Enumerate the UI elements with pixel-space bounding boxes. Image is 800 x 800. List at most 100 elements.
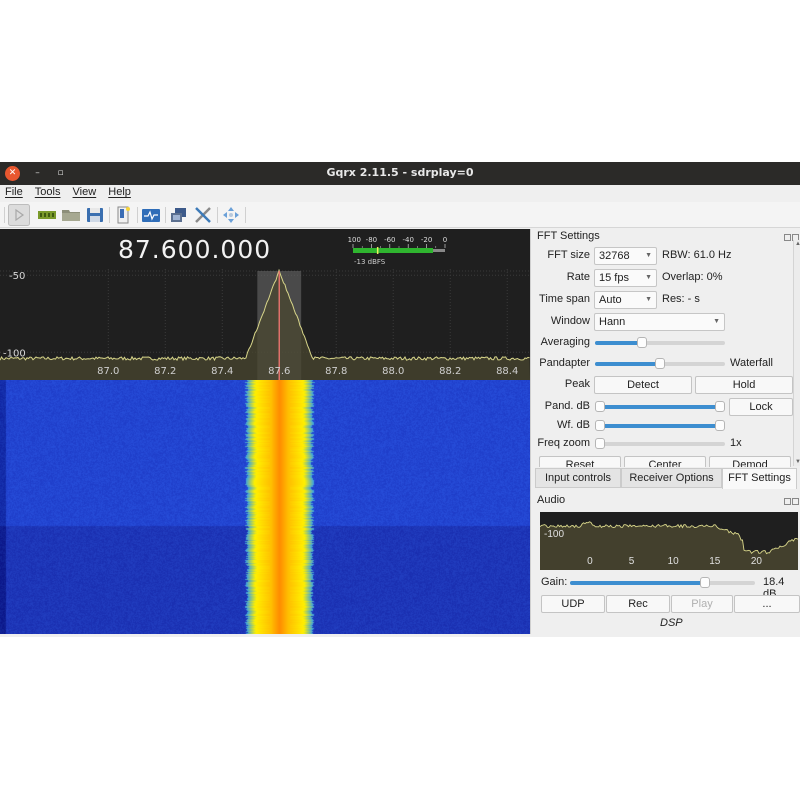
frequency-display[interactable]: 87.600.000 bbox=[118, 235, 271, 264]
lock-button[interactable]: Lock bbox=[729, 398, 793, 416]
spectrum-plot-area[interactable]: 87.0 87.2 87.4 87.6 87.8 88.0 88.2 88.4 -50 -100… bbox=[0, 229, 530, 634]
play-icon[interactable] bbox=[8, 204, 30, 226]
toolbar bbox=[0, 202, 800, 228]
hold-button[interactable]: Hold bbox=[695, 376, 793, 394]
rbw-value: RBW: 61.0 Hz bbox=[662, 249, 732, 261]
audio-options-button[interactable]: ... bbox=[734, 595, 800, 613]
play-button[interactable]: Play bbox=[671, 595, 733, 613]
hardware-icon[interactable] bbox=[37, 205, 57, 225]
audio-dock-icons[interactable] bbox=[783, 496, 799, 505]
fft-size-label: FFT size bbox=[547, 249, 590, 261]
audio-x-tick-label: 10 bbox=[668, 556, 680, 567]
x-axis-tick-label: 88.0 bbox=[382, 366, 404, 377]
window-select[interactable]: Hann ▼ bbox=[594, 313, 725, 331]
slider-handle[interactable] bbox=[699, 577, 710, 588]
averaging-slider[interactable] bbox=[595, 337, 725, 349]
dsp-label: DSP bbox=[660, 617, 683, 629]
right-dock-panel: FFT Settings FFT size 32768 ▼ RBW: 61.0 H… bbox=[530, 229, 800, 634]
x-axis-tick-label: 87.6 bbox=[268, 366, 290, 377]
wf-db-range-slider[interactable] bbox=[595, 420, 725, 432]
slider-track[interactable] bbox=[595, 442, 725, 446]
audio-x-tick-label: 15 bbox=[709, 556, 721, 567]
demod-button[interactable]: Demod bbox=[709, 456, 791, 467]
audio-x-tick-label: 5 bbox=[629, 556, 635, 567]
udp-button[interactable]: UDP bbox=[541, 595, 605, 613]
chevron-down-icon: ▼ bbox=[645, 252, 652, 259]
rec-button[interactable]: Rec bbox=[606, 595, 670, 613]
center-button[interactable]: Center bbox=[624, 456, 706, 467]
dock-float-close-icons[interactable] bbox=[783, 232, 799, 241]
slider-handle[interactable] bbox=[715, 420, 725, 431]
x-axis-tick-label: 87.8 bbox=[325, 366, 347, 377]
remote-control-icon[interactable] bbox=[169, 205, 189, 225]
pandapter-waterfall-split-slider[interactable] bbox=[595, 358, 725, 370]
x-axis-tick-label: 88.2 bbox=[439, 366, 461, 377]
tab-input-controls[interactable]: Input controls bbox=[535, 468, 621, 488]
res-value: Res: - s bbox=[662, 293, 700, 305]
slider-fill bbox=[600, 424, 720, 428]
bookmark-icon[interactable] bbox=[113, 205, 133, 225]
fft-size-select[interactable]: 32768 ▼ bbox=[594, 247, 657, 265]
slider-fill bbox=[595, 362, 660, 366]
reset-button[interactable]: Reset bbox=[539, 456, 621, 467]
chevron-down-icon: ▼ bbox=[645, 274, 652, 281]
slider-fill bbox=[595, 341, 642, 345]
window-label: Window bbox=[550, 315, 590, 327]
meter-scale-label: -40 bbox=[402, 236, 413, 244]
freq-zoom-slider[interactable] bbox=[595, 438, 725, 450]
peak-label: Peak bbox=[564, 378, 590, 390]
chevron-down-icon: ▼ bbox=[645, 296, 652, 303]
menu-file[interactable]: File bbox=[0, 185, 27, 198]
menu-tools[interactable]: Tools bbox=[30, 185, 65, 198]
meter-scale-label: -80 bbox=[366, 236, 377, 244]
menu-view[interactable]: View bbox=[68, 185, 101, 198]
rate-select[interactable]: 15 fps ▼ bbox=[594, 269, 657, 287]
audio-gain-slider[interactable] bbox=[570, 577, 755, 589]
scroll-up-icon: ▲ bbox=[795, 241, 800, 247]
open-folder-icon[interactable] bbox=[61, 205, 81, 225]
overlap-value: Overlap: 0% bbox=[662, 271, 723, 283]
meter-scale-label: -20 bbox=[421, 236, 432, 244]
freq-zoom-label: Freq zoom bbox=[537, 437, 590, 449]
x-axis-tick-label: 87.2 bbox=[154, 366, 176, 377]
menu-help[interactable]: Help bbox=[103, 185, 135, 198]
averaging-label: Averaging bbox=[540, 336, 590, 348]
settings-tools-icon[interactable] bbox=[193, 205, 213, 225]
gain-label: Gain: bbox=[541, 576, 568, 588]
tab-receiver-options[interactable]: Receiver Options bbox=[621, 468, 722, 488]
slider-handle[interactable] bbox=[595, 420, 605, 431]
waterfall-label: Waterfall bbox=[730, 357, 773, 369]
y-axis-tick-label: -50 bbox=[9, 271, 25, 282]
slider-handle[interactable] bbox=[595, 438, 605, 449]
audio-x-tick-label: 20 bbox=[751, 556, 763, 567]
wf-db-label: Wf. dB bbox=[556, 419, 590, 431]
tab-fft-settings[interactable]: FFT Settings bbox=[722, 468, 797, 489]
recenter-icon[interactable] bbox=[221, 205, 241, 225]
meter-scale-label: -100 bbox=[348, 236, 361, 244]
time-span-select[interactable]: Auto ▼ bbox=[594, 291, 657, 309]
fft-settings-title: FFT Settings bbox=[537, 230, 600, 242]
waterfall-display[interactable] bbox=[0, 380, 530, 634]
audio-x-tick-label: 0 bbox=[587, 556, 593, 567]
freq-zoom-value: 1x bbox=[730, 437, 742, 449]
meter-peak-marker bbox=[376, 247, 379, 254]
save-icon[interactable] bbox=[85, 205, 105, 225]
signal-level-meter: -100 -80 -60 -40 -20 0 -13 dBFS bbox=[348, 236, 447, 266]
rate-label: Rate bbox=[566, 271, 590, 283]
menu-bar: File Tools View Help bbox=[0, 185, 800, 202]
audio-fft-plot[interactable]: -100 0 5 10 15 20 bbox=[540, 512, 798, 570]
fft-icon[interactable] bbox=[141, 205, 161, 225]
slider-handle[interactable] bbox=[637, 337, 647, 348]
detect-button[interactable]: Detect bbox=[594, 376, 692, 394]
slider-handle[interactable] bbox=[595, 401, 605, 412]
fft-settings-scrollbar[interactable]: ▲ ▼ bbox=[793, 240, 800, 466]
scroll-down-icon: ▼ bbox=[795, 459, 800, 465]
x-axis-tick-label: 88.4 bbox=[496, 366, 518, 377]
window-title: Gqrx 2.11.5 - sdrplay=0 bbox=[326, 166, 474, 179]
audio-title: Audio bbox=[537, 494, 566, 506]
pand-db-range-slider[interactable] bbox=[595, 401, 725, 413]
slider-handle[interactable] bbox=[715, 401, 725, 412]
pandapter-label: Pandapter bbox=[539, 357, 590, 369]
pand-db-label: Pand. dB bbox=[544, 400, 590, 412]
slider-handle[interactable] bbox=[655, 358, 665, 369]
